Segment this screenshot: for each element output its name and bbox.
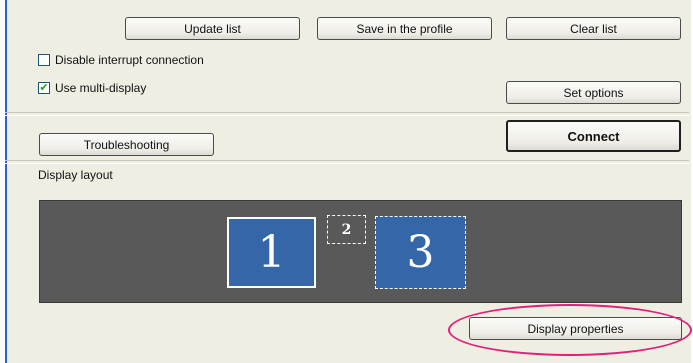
- checkmark-icon: ✔: [39, 81, 49, 94]
- clear-list-button[interactable]: Clear list: [506, 17, 681, 40]
- monitor-1[interactable]: 1: [227, 217, 316, 288]
- monitor-2[interactable]: 2: [327, 215, 366, 244]
- multi-display-label: Use multi-display: [55, 81, 147, 95]
- display-layout-canvas[interactable]: 1 2 3: [39, 200, 682, 303]
- disable-interrupt-checkbox[interactable]: [38, 54, 50, 66]
- troubleshooting-button[interactable]: Troubleshooting: [39, 133, 214, 156]
- section-divider: [5, 160, 689, 164]
- disable-interrupt-label: Disable interrupt connection: [55, 53, 204, 67]
- connect-button[interactable]: Connect: [506, 120, 681, 152]
- display-properties-button[interactable]: Display properties: [469, 317, 682, 340]
- set-options-button[interactable]: Set options: [506, 81, 681, 104]
- display-layout-title: Display layout: [38, 168, 113, 182]
- multi-display-checkbox[interactable]: ✔: [38, 82, 50, 94]
- section-divider: [5, 112, 689, 116]
- save-in-profile-button[interactable]: Save in the profile: [317, 17, 492, 40]
- monitor-3[interactable]: 3: [375, 216, 466, 289]
- update-list-button[interactable]: Update list: [125, 17, 300, 40]
